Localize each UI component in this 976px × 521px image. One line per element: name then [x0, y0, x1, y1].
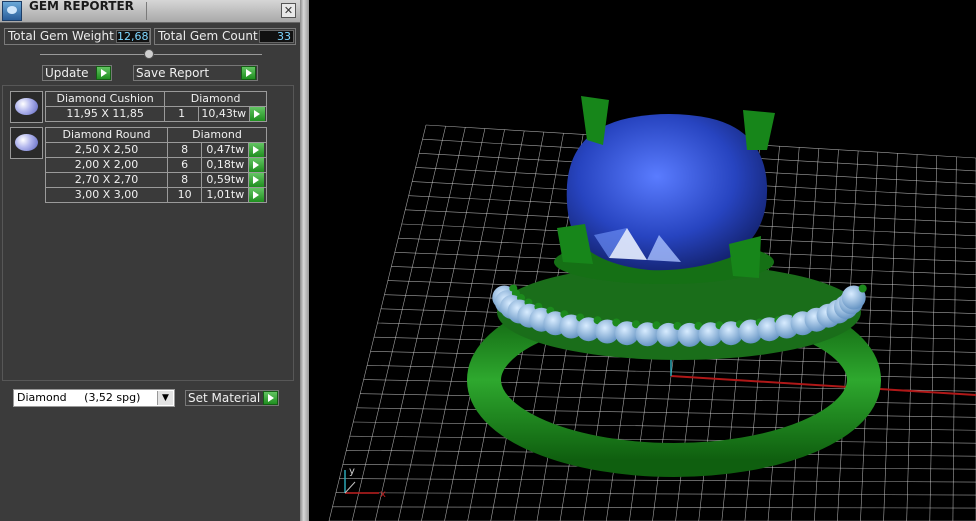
group-material: Diamond: [166, 127, 268, 143]
group-material: Diamond: [164, 91, 267, 107]
axis-triad: x y: [344, 466, 386, 500]
gem-count: 10: [166, 187, 203, 203]
gem-reporter-panel: GEM REPORTER ✕ Total Gem Weight 12,68 To…: [0, 0, 300, 521]
viewport-scene: x y: [328, 96, 976, 521]
save-report-button[interactable]: Save Report: [133, 65, 258, 81]
axis-triad-y-label: y: [349, 466, 355, 477]
panel-slider-handle[interactable]: [144, 49, 154, 59]
play-arrow-icon: [249, 188, 265, 202]
chevron-down-icon[interactable]: ▼: [157, 391, 173, 405]
select-row-button[interactable]: [248, 142, 267, 158]
set-material-button-label: Set Material: [188, 391, 261, 405]
grid-line: [353, 421, 976, 431]
table-row[interactable]: 3,00 X 3,00 10 1,01tw: [45, 187, 267, 203]
material-select-value: Diamond (3,52 spg): [17, 391, 141, 404]
gem-weight: 1,01tw: [201, 187, 250, 203]
play-arrow-icon: [249, 158, 265, 172]
gem-size: 2,00 X 2,00: [45, 157, 168, 173]
update-button[interactable]: Update: [42, 65, 112, 81]
gem-size: 3,00 X 3,00: [45, 187, 168, 203]
gem-count: 1: [164, 106, 199, 122]
gem-reporter-app-icon: [2, 1, 22, 21]
diamond-cushion-thumbnail[interactable]: [10, 91, 43, 123]
gem-group-table-round: Diamond Round Diamond 2,50 X 2,50 8 0,47…: [45, 127, 268, 203]
total-gem-weight-label: Total Gem Weight: [8, 29, 114, 43]
prong: [743, 110, 775, 150]
gem-count: 8: [166, 142, 203, 158]
total-gem-weight-value: 12,68: [116, 30, 150, 43]
update-button-label: Update: [45, 66, 89, 80]
grid-line: [356, 407, 976, 418]
select-row-button[interactable]: [248, 187, 267, 203]
gem-group-table-cushion: Diamond Cushion Diamond 11,95 X 11,85 1 …: [44, 91, 268, 122]
grid-line: [360, 393, 976, 405]
gem-count: 6: [166, 157, 203, 173]
play-arrow-icon: [96, 66, 111, 80]
play-arrow-icon: [249, 107, 265, 121]
select-row-button[interactable]: [248, 172, 267, 188]
play-arrow-icon: [249, 173, 265, 187]
panel-splitter[interactable]: [300, 0, 309, 521]
window-title: GEM REPORTER: [29, 0, 134, 13]
total-gem-count-box: Total Gem Count 33: [154, 28, 296, 45]
set-material-button[interactable]: Set Material: [185, 390, 279, 406]
table-row[interactable]: 2,70 X 2,70 8 0,59tw: [45, 172, 267, 188]
save-report-button-label: Save Report: [136, 66, 210, 80]
group-name: Diamond Cushion: [44, 91, 166, 107]
table-row[interactable]: 11,95 X 11,85 1 10,43tw: [44, 106, 268, 122]
select-row-button[interactable]: [248, 106, 268, 122]
gem-weight: 0,18tw: [201, 157, 250, 173]
gem-weight: 10,43tw: [197, 106, 250, 122]
axis-triad-x-label: x: [380, 489, 386, 500]
play-arrow-icon: [241, 66, 256, 80]
close-icon: ✕: [283, 4, 294, 17]
group-name: Diamond Round: [45, 127, 168, 143]
bead: [858, 284, 867, 293]
total-gem-weight-box: Total Gem Weight 12,68: [4, 28, 151, 45]
table-row[interactable]: 2,00 X 2,00 6 0,18tw: [45, 157, 267, 173]
play-arrow-icon: [249, 143, 265, 157]
group-header-row: Diamond Cushion Diamond: [44, 91, 267, 107]
total-gem-count-label: Total Gem Count: [158, 29, 258, 43]
title-divider: [146, 2, 147, 20]
3d-viewport[interactable]: x y: [309, 0, 976, 521]
grid-line: [349, 435, 976, 444]
gem-size: 2,50 X 2,50: [45, 142, 168, 158]
gem-weight: 0,59tw: [201, 172, 250, 188]
material-select[interactable]: Diamond (3,52 spg) ▼: [13, 389, 175, 407]
play-arrow-icon: [263, 391, 278, 405]
title-bar: GEM REPORTER ✕: [0, 0, 300, 23]
gem-size: 2,70 X 2,70: [45, 172, 168, 188]
gem-count: 8: [166, 172, 203, 188]
gem-size: 11,95 X 11,85: [44, 106, 166, 122]
total-gem-count-value: 33: [259, 30, 294, 43]
gem-weight: 0,47tw: [201, 142, 250, 158]
group-header-row: Diamond Round Diamond: [45, 127, 268, 143]
diamond-round-thumbnail[interactable]: [10, 127, 43, 159]
close-button[interactable]: ✕: [281, 3, 296, 18]
table-row[interactable]: 2,50 X 2,50 8 0,47tw: [45, 142, 267, 158]
select-row-button[interactable]: [248, 157, 267, 173]
